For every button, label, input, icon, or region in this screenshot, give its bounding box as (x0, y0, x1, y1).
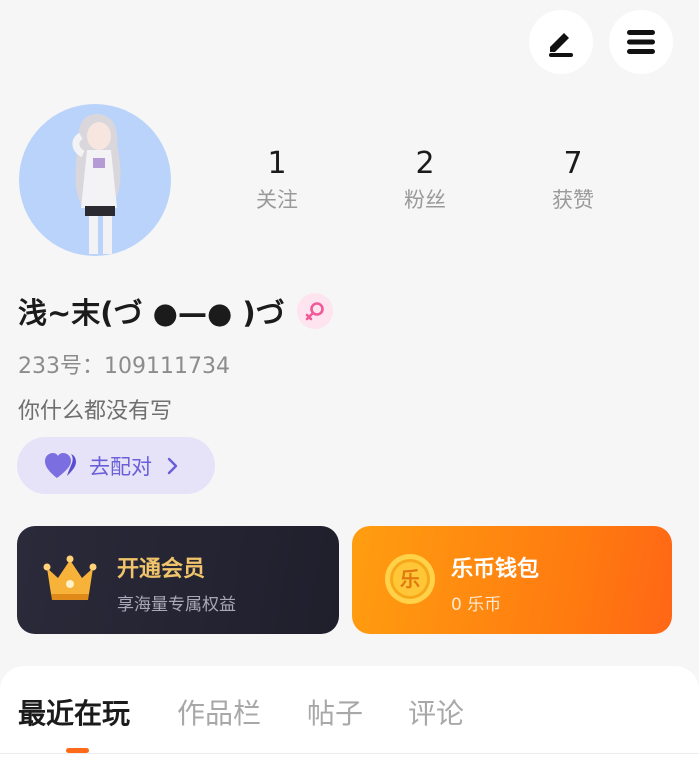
tab-comments[interactable]: 评论 (408, 692, 464, 732)
followers-label: 粉丝 (404, 188, 446, 212)
stat-likes[interactable]: 7 获赞 (513, 145, 633, 214)
tab-recent-played[interactable]: 最近在玩 (18, 692, 130, 732)
menu-button[interactable] (609, 10, 673, 74)
tab-posts[interactable]: 帖子 (307, 692, 363, 732)
followers-count: 2 (415, 146, 435, 181)
heart-icon (45, 452, 76, 478)
vip-title: 开通会员 (117, 557, 206, 582)
likes-count: 7 (563, 146, 583, 181)
user-id: 233号：109111734 (18, 354, 230, 379)
pencil-icon (549, 33, 573, 57)
stat-followers[interactable]: 2 粉丝 (365, 145, 485, 214)
anime-avatar-icon (72, 114, 121, 254)
edit-profile-button[interactable] (529, 10, 593, 74)
pair-button[interactable]: 去配对 (17, 437, 215, 494)
username: 浅~末(づ ●—● )づ (18, 296, 285, 330)
coin-icon: 乐 (385, 554, 435, 604)
following-count: 1 (267, 146, 287, 181)
pair-label: 去配对 (89, 454, 152, 479)
likes-label: 获赞 (552, 188, 594, 212)
crown-icon (43, 555, 97, 600)
vip-subtitle: 享海量专属权益 (117, 595, 236, 615)
female-icon (305, 302, 324, 321)
chevron-right-icon (167, 457, 178, 474)
following-label: 关注 (256, 188, 298, 212)
gender-badge (296, 293, 333, 329)
bio: 你什么都没有写 (18, 399, 173, 424)
menu-icon (627, 30, 655, 54)
tabs-panel: 最近在玩 作品栏 帖子 评论 (0, 666, 699, 778)
vip-card[interactable]: 开通会员 享海量专属权益 (17, 526, 339, 634)
avatar[interactable] (19, 104, 171, 256)
wallet-subtitle: 0 乐币 (451, 595, 502, 615)
wallet-card[interactable]: 乐 乐币钱包 0 乐币 (352, 526, 672, 634)
tab-works[interactable]: 作品栏 (177, 692, 261, 732)
name-row: 浅~末(づ ●—● )づ (18, 290, 333, 332)
coin-glyph: 乐 (400, 567, 420, 591)
stat-following[interactable]: 1 关注 (217, 145, 337, 214)
wallet-title: 乐币钱包 (451, 557, 540, 582)
tab-divider (0, 753, 699, 754)
